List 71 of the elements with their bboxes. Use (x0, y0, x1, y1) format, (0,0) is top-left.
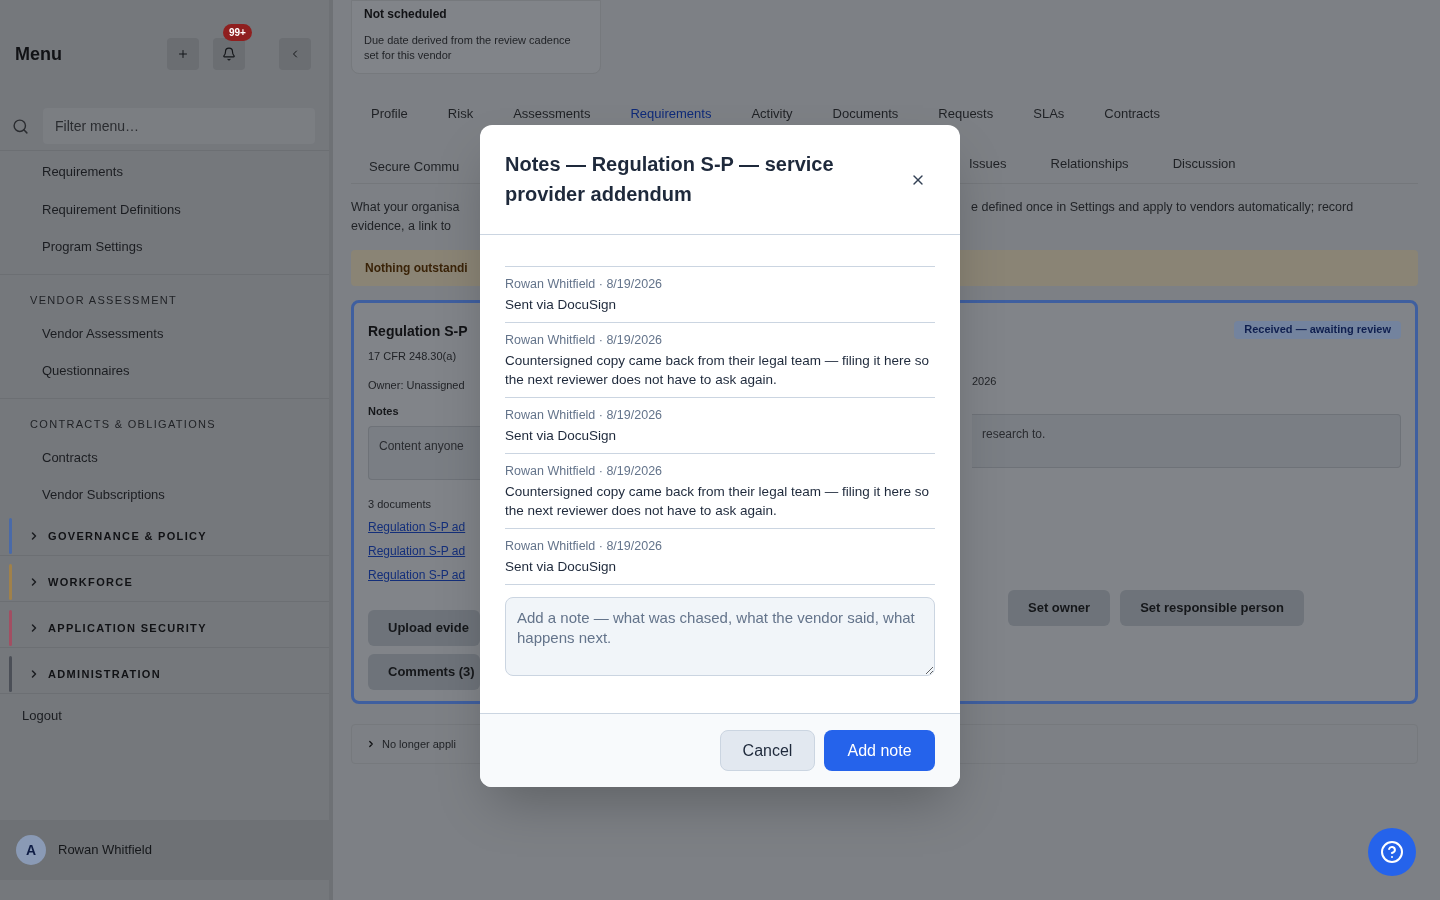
dialog-title: Notes — Regulation S-P — service provider addendum (505, 152, 835, 207)
owner-text: Owner: Unassigned (368, 377, 466, 393)
notes-field[interactable]: Content anyone (368, 425, 480, 480)
action-button[interactable]: Comments (3) (368, 654, 480, 690)
note-meta: Rowan Whitfield · 8/19/2026 (505, 407, 664, 423)
tab[interactable]: Issues (969, 154, 1007, 183)
note-text: Sent via DocuSign (505, 558, 618, 576)
chevron-icon (366, 739, 376, 749)
sidebar-group[interactable]: GOVERNANCE & POLICY (48, 527, 207, 545)
sidebar-item[interactable]: Contracts (0, 438, 329, 476)
plus-icon (177, 48, 189, 60)
tab[interactable]: Secure Commu (369, 159, 460, 174)
sidebar-item[interactable]: Program Settings (0, 228, 329, 266)
description-text: What your organisa (351, 199, 461, 216)
tab[interactable]: SLAs (1033, 104, 1065, 130)
search-icon (12, 117, 29, 135)
add-note-button[interactable]: Add note (824, 730, 935, 771)
note-meta: Rowan Whitfield · 8/19/2026 (505, 332, 664, 348)
sidebar-item[interactable]: Requirements (0, 153, 329, 191)
tab[interactable]: Discussion (1172, 154, 1236, 183)
tab[interactable]: Requests (938, 104, 994, 130)
notification-badge: 99+ (223, 24, 252, 41)
note-text: Countersigned copy came back from their legal team — filing it here so the next reviewer does not have to ask again. (505, 352, 930, 389)
logout-link[interactable]: Logout (0, 697, 329, 725)
tab[interactable]: Relationships (1050, 154, 1129, 183)
sidebar-item[interactable]: Questionnaires (0, 352, 329, 390)
document-link[interactable]: Regulation S-P ad (368, 566, 480, 584)
sidebar-group[interactable]: WORKFORCE (48, 573, 134, 591)
sidebar-group[interactable]: APPLICATION SECURITY (48, 619, 207, 637)
document-link[interactable]: Regulation S-P ad (368, 542, 480, 560)
notes-label: Notes (368, 404, 400, 419)
tab[interactable]: Risk (447, 104, 474, 130)
note-meta: Rowan Whitfield · 8/19/2026 (505, 463, 664, 479)
date-text: 2026 (972, 374, 997, 389)
note-text: Countersigned copy came back from their legal team — filing it here so the next reviewer does not have to ask again. (505, 483, 930, 520)
notifications-button[interactable] (213, 38, 245, 70)
tab[interactable]: Contracts (1104, 104, 1160, 130)
cancel-button[interactable]: Cancel (720, 730, 815, 771)
action-button[interactable]: Set responsible person (1120, 589, 1304, 626)
note-text: Sent via DocuSign (505, 296, 618, 314)
description-text: evidence, a link to (351, 218, 453, 235)
tab[interactable]: Profile (371, 104, 408, 130)
status-badge: Received — awaiting review (1234, 321, 1401, 339)
sidebar-group[interactable]: ADMINISTRATION (48, 665, 161, 683)
action-button[interactable]: Set owner (1008, 589, 1111, 626)
note-text: Sent via DocuSign (505, 427, 618, 445)
schedule-text: Due date derived from the review cadence set for this vendor (364, 33, 572, 63)
section-heading: CONTRACTS & OBLIGATIONS (30, 417, 216, 430)
sidebar-item[interactable]: Vendor Subscriptions (0, 476, 329, 514)
section-heading: VENDOR ASSESSMENT (30, 293, 178, 306)
sidebar-title: Menu (15, 42, 62, 66)
citation-text: 17 CFR 248.30(a) (368, 349, 458, 364)
notes-field[interactable]: research to. (972, 413, 1401, 468)
help-button[interactable] (1368, 828, 1416, 876)
schedule-title: Not scheduled (364, 6, 448, 23)
note-field[interactable]: Add a note — what was chased, what the vendor said, what happens next. (505, 597, 935, 676)
help-icon (1380, 840, 1404, 864)
description-text: e defined once in Settings and apply to vendors automatically; record (971, 199, 1354, 216)
sidebar-item[interactable]: Requirement Definitions (0, 190, 329, 228)
bell-icon (222, 47, 236, 61)
document-link[interactable]: Regulation S-P ad (368, 518, 480, 536)
add-button[interactable] (167, 38, 199, 70)
filter-field[interactable]: Filter menu… (43, 108, 315, 144)
user-name: Rowan Whitfield (58, 841, 152, 860)
collapsed-label: No longer appli (382, 736, 456, 752)
action-button[interactable]: Upload evide (368, 610, 480, 646)
requirement-title: Regulation S-P (368, 322, 469, 341)
documents-label: 3 documents (368, 496, 432, 512)
user-avatar[interactable]: A (16, 835, 46, 865)
note-meta: Rowan Whitfield · 8/19/2026 (505, 538, 664, 554)
sidebar-item[interactable]: Vendor Assessments (0, 314, 329, 352)
